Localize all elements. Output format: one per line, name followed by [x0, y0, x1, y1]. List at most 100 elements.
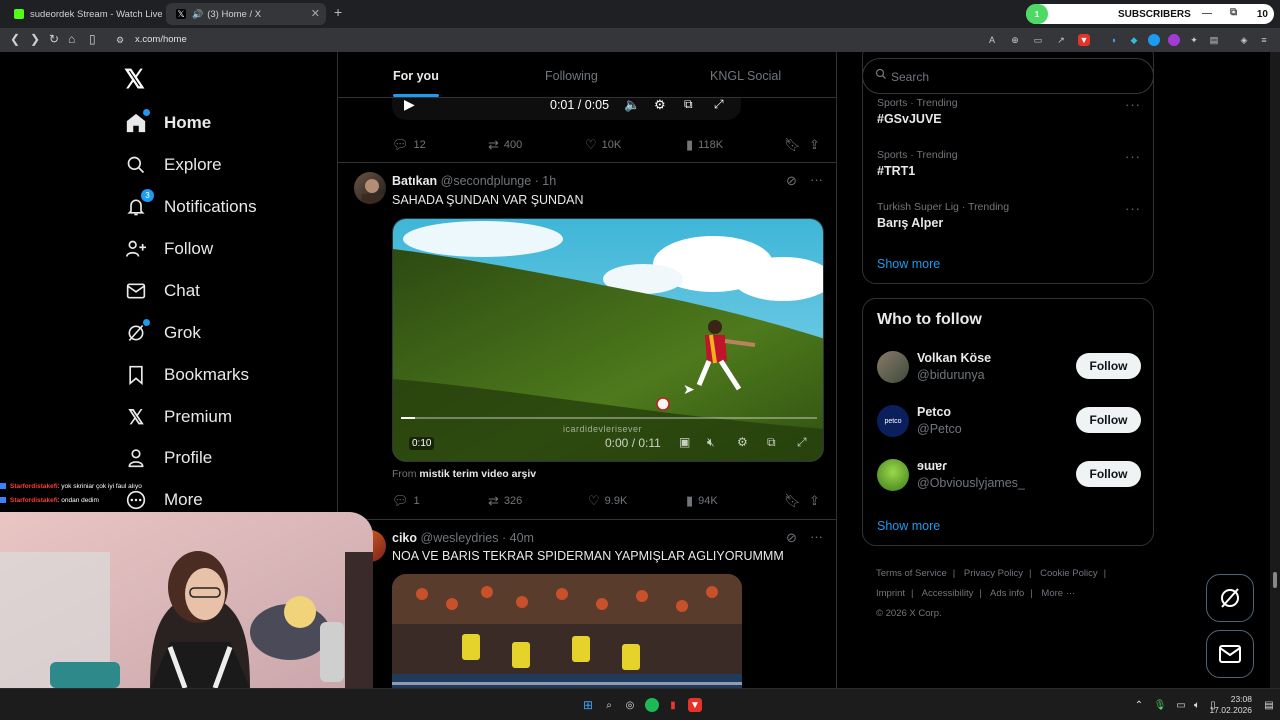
extensions-puzzle-icon[interactable]: ✦ [1188, 34, 1200, 46]
messages-fab-button[interactable] [1206, 630, 1254, 678]
vpn-icon[interactable]: ◈ [1238, 34, 1250, 46]
grok-icon[interactable]: ⊘ [786, 173, 797, 189]
home-browser-icon[interactable]: ⌂ [68, 32, 75, 46]
user-name[interactable]: Volkan Köse [917, 351, 991, 365]
pip-icon[interactable]: ⧉ [684, 97, 693, 112]
reply-button[interactable]: 💬︎ 12 [392, 137, 426, 153]
sidebar-toggle-icon[interactable]: ▤ [1208, 34, 1220, 46]
author-name[interactable]: ciko [392, 531, 417, 545]
captions-icon[interactable]: ▣ [679, 435, 690, 449]
views-button[interactable]: ▮ 118K [686, 137, 723, 153]
follow-button[interactable]: Follow [1076, 353, 1141, 379]
tray-chevron-icon[interactable]: ⌃ [1132, 698, 1146, 712]
reload-icon[interactable]: ↻ [49, 32, 59, 46]
more-options-icon[interactable]: ··· [810, 529, 823, 544]
author-name[interactable]: Batıkan [392, 174, 437, 188]
post-time[interactable]: · 40m [502, 531, 534, 545]
nav-explore[interactable]: Explore [124, 150, 222, 180]
trend-item[interactable]: Sports · Trending #GSvJUVE ··· [877, 97, 1141, 126]
task-view-icon[interactable]: ◎ [623, 698, 637, 712]
follow-button[interactable]: Follow [1076, 461, 1141, 487]
pip-icon[interactable]: ⧉ [767, 435, 776, 450]
cookie-link[interactable]: Cookie Policy [1040, 568, 1098, 579]
extension-icon[interactable]: ◆ [1128, 34, 1140, 46]
fullscreen-icon[interactable]: ⤢ [714, 97, 724, 112]
cast-icon[interactable]: ▭ [1032, 34, 1044, 46]
more-options-icon[interactable]: ··· [1125, 201, 1141, 216]
follow-show-more-link[interactable]: Show more [877, 519, 940, 533]
settings-icon[interactable]: ⚙ [654, 97, 666, 113]
avatar[interactable]: petco [877, 405, 909, 437]
more-options-icon[interactable]: ··· [810, 172, 823, 187]
play-icon[interactable]: ▶ [404, 96, 415, 113]
terms-link[interactable]: Terms of Service [876, 568, 947, 579]
follow-suggestion[interactable]: ɘɯɐɾ @Obviouslyjames_ Follow [877, 459, 1141, 499]
mute-icon[interactable]: 🔇︎ [707, 435, 715, 450]
nav-chat[interactable]: Chat [124, 276, 200, 306]
new-tab-button[interactable]: + [334, 4, 342, 20]
avatar[interactable] [354, 172, 386, 204]
like-button[interactable]: ♡ 9.9K [588, 493, 627, 509]
user-name[interactable]: Petco [917, 405, 951, 419]
settings-icon[interactable]: ⚙ [737, 435, 748, 449]
browser-tab-kick[interactable]: sudeordek Stream - Watch Live o [4, 3, 162, 25]
source-link[interactable]: mistik terim video arşiv [419, 468, 536, 480]
post-video[interactable] [392, 574, 742, 688]
browser-tab-x[interactable]: 𝕏 🔊 (3) Home / X ✕ [166, 3, 326, 25]
nav-home[interactable]: Home [124, 108, 211, 138]
volume-icon[interactable]: 🔈 [624, 97, 640, 113]
nav-grok[interactable]: Grok [124, 318, 201, 348]
nav-bookmarks[interactable]: Bookmarks [124, 360, 249, 390]
network-icon[interactable]: ▭ [1174, 698, 1188, 712]
ads-info-link[interactable]: Ads info [990, 588, 1024, 599]
follow-button[interactable]: Follow [1076, 407, 1141, 433]
author-handle[interactable]: @secondplunge [441, 174, 532, 188]
clock[interactable]: 23:08 17.02.2026 [1209, 694, 1252, 716]
author-handle[interactable]: @wesleydries [421, 531, 499, 545]
scrollbar-thumb[interactable] [1273, 572, 1277, 588]
reply-button[interactable]: 💬︎ 1 [392, 493, 420, 509]
site-info-icon[interactable]: ⚙ [116, 35, 124, 46]
tab-following[interactable]: Following [545, 69, 598, 83]
nav-follow[interactable]: Follow [124, 234, 213, 264]
privacy-link[interactable]: Privacy Policy [964, 568, 1023, 579]
back-icon[interactable]: ❮ [10, 32, 20, 46]
views-button[interactable]: ▮ 94K [686, 493, 718, 509]
forward-icon[interactable]: ❯ [30, 32, 40, 46]
grok-icon[interactable]: ⊘ [786, 530, 797, 546]
imprint-link[interactable]: Imprint [876, 588, 905, 599]
bookmark-button[interactable]: 🔖︎ [784, 137, 806, 153]
nav-profile[interactable]: Profile [124, 443, 212, 473]
repost-button[interactable]: ⇄ 400 [488, 137, 522, 153]
post-video[interactable]: icardidevlerisever 0:10 0:00 / 0:11 ▣ 🔇︎… [392, 218, 824, 462]
page-scrollbar[interactable] [1270, 52, 1280, 688]
extension-icon[interactable]: ◗ [1108, 34, 1120, 46]
avatar[interactable] [877, 351, 909, 383]
tab-kngl-social[interactable]: KNGL Social [710, 69, 781, 83]
close-tab-icon[interactable]: ✕ [311, 7, 320, 20]
windows-start-icon[interactable]: ⊞ [581, 698, 595, 712]
spotify-icon[interactable] [645, 698, 659, 712]
accessibility-link[interactable]: Accessibility [922, 588, 974, 599]
fullscreen-icon[interactable]: ⤢ [797, 435, 807, 450]
volume-icon[interactable]: 🔈︎ [1190, 698, 1204, 712]
menu-icon[interactable]: ≡ [1258, 34, 1270, 46]
post-time[interactable]: · 1h [535, 174, 557, 188]
bookmark-page-icon[interactable]: ▯ [89, 32, 96, 46]
trends-show-more-link[interactable]: Show more [877, 257, 940, 271]
restore-icon[interactable]: ⧉ [1230, 7, 1237, 18]
bookmark-button[interactable]: 🔖︎ [784, 493, 806, 509]
minimize-icon[interactable]: — [1202, 8, 1212, 19]
notification-center-icon[interactable]: ▤ [1262, 698, 1276, 712]
more-options-icon[interactable]: ··· [1125, 149, 1141, 164]
trend-item[interactable]: Sports · Trending #TRT1 ··· [877, 149, 1141, 178]
url-field[interactable]: x.com/home [135, 34, 187, 45]
x-logo-icon[interactable]: 𝕏 [124, 64, 145, 95]
share-button[interactable]: ⇪ [809, 493, 825, 509]
grok-fab-button[interactable] [1206, 574, 1254, 622]
search-input[interactable]: Search [891, 70, 929, 84]
extension-icon[interactable] [1168, 34, 1180, 46]
zoom-icon[interactable]: ⊕ [1009, 34, 1021, 46]
share-icon[interactable]: ↗ [1055, 34, 1067, 46]
brave-shield-icon[interactable]: ▼ [1078, 34, 1090, 46]
